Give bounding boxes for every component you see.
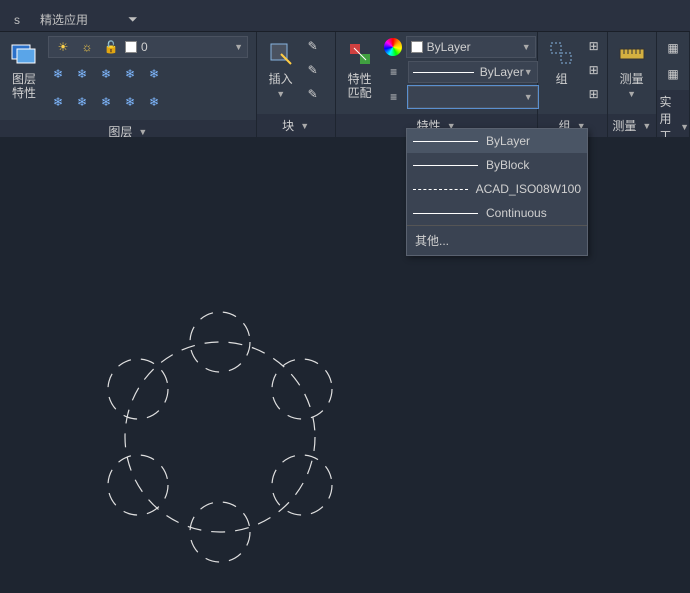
group-icon: [546, 38, 578, 70]
measure-button[interactable]: 测量 ▼: [612, 36, 652, 103]
layer-tool-2-icon[interactable]: ❄: [72, 64, 92, 84]
utility-tool-1-icon[interactable]: ▦: [663, 38, 683, 58]
measure-label: 测量: [620, 72, 644, 86]
panel-layers: 图层 特性 ☀ ☼ 🔓 0 ▼ ❄ ❄: [0, 32, 257, 137]
match-properties-button[interactable]: 特性 匹配: [340, 36, 380, 102]
chevron-down-icon: ▼: [522, 42, 531, 52]
linetype-option-label: ACAD_ISO08W100: [476, 182, 581, 196]
linetype-tool-icon[interactable]: ≡: [384, 87, 404, 107]
linetype-dropdown: ByLayer ByBlock ACAD_ISO08W100 Continuou…: [406, 128, 588, 256]
linetype-option-label: ByBlock: [486, 158, 529, 172]
linetype-other[interactable]: 其他...: [407, 225, 587, 255]
lock-icon: 🔓: [101, 37, 121, 57]
lineweight-selector[interactable]: ByLayer ▼: [408, 61, 538, 83]
linetype-option-byblock[interactable]: ByBlock: [407, 153, 587, 177]
panel-measure-title[interactable]: 测量▼: [608, 114, 656, 137]
group-tool-3-icon[interactable]: ⊞: [584, 84, 604, 104]
linetype-option-continuous[interactable]: Continuous: [407, 201, 587, 225]
color-wheel-icon[interactable]: [384, 38, 402, 56]
lineweight-value: ByLayer: [480, 65, 524, 79]
tab-featured[interactable]: 精选应用: [30, 11, 98, 28]
layer-tool-6-icon[interactable]: ❄: [48, 92, 68, 112]
secondary-tab-bar: s 精选应用 ⏷: [0, 8, 690, 32]
chevron-down-icon: ▼: [276, 89, 285, 99]
lineweight-tool-icon[interactable]: ≡: [384, 62, 404, 82]
chevron-down-icon: ▼: [138, 127, 147, 137]
chevron-down-icon: ▼: [524, 67, 533, 77]
chevron-down-icon: ▼: [524, 92, 533, 102]
layer-properties-label: 图层 特性: [12, 72, 36, 100]
linetype-option-label: ByLayer: [486, 134, 530, 148]
block-tool-1-icon[interactable]: ✎: [303, 36, 323, 56]
sun-icon: ☼: [77, 37, 97, 57]
color-swatch: [411, 41, 423, 53]
group-label: 组: [556, 72, 568, 86]
insert-block-button[interactable]: 插入 ▼: [261, 36, 301, 103]
utility-tool-2-icon[interactable]: ▦: [663, 64, 683, 84]
layer-tool-1-icon[interactable]: ❄: [48, 64, 68, 84]
panel-measure: 测量▼ 测量▼: [608, 32, 657, 137]
color-value: ByLayer: [427, 40, 522, 54]
chevron-down-icon: ▼: [680, 122, 689, 132]
linetype-option-bylayer[interactable]: ByLayer: [407, 129, 587, 153]
match-properties-label: 特性 匹配: [348, 72, 372, 100]
linetype-selector[interactable]: ▼: [408, 86, 538, 108]
panel-block-title[interactable]: 块▼: [257, 114, 335, 137]
group-tool-1-icon[interactable]: ⊞: [584, 36, 604, 56]
block-tool-3-icon[interactable]: ✎: [303, 84, 323, 104]
match-properties-icon: [344, 38, 376, 70]
layer-properties-button[interactable]: 图层 特性: [4, 36, 44, 102]
lightbulb-icon: ☀: [53, 37, 73, 57]
chevron-down-icon: ▼: [234, 42, 243, 52]
insert-block-label: 插入: [269, 72, 293, 86]
insert-block-icon: [265, 38, 297, 70]
panel-utility: ▦ ▦ 实用工具▼: [657, 32, 690, 137]
layer-tool-3-icon[interactable]: ❄: [96, 64, 116, 84]
layer-color-swatch: [125, 41, 137, 53]
color-selector[interactable]: ByLayer ▼: [406, 36, 536, 58]
group-button[interactable]: 组: [542, 36, 582, 88]
layer-tool-10-icon[interactable]: ❄: [144, 92, 164, 112]
layer-tool-8-icon[interactable]: ❄: [96, 92, 116, 112]
ribbon: 图层 特性 ☀ ☼ 🔓 0 ▼ ❄ ❄: [0, 32, 690, 137]
layer-properties-icon: [8, 38, 40, 70]
block-tool-2-icon[interactable]: ✎: [303, 60, 323, 80]
tab-s[interactable]: s: [4, 13, 30, 27]
layer-tool-5-icon[interactable]: ❄: [144, 64, 164, 84]
panel-group: 组 ⊞ ⊞ ⊞ 组▼: [538, 32, 608, 137]
chevron-down-icon: ▼: [627, 89, 636, 99]
layer-tool-7-icon[interactable]: ❄: [72, 92, 92, 112]
tab-ext[interactable]: ⏷: [118, 12, 148, 27]
layer-selector[interactable]: ☀ ☼ 🔓 0 ▼: [48, 36, 248, 58]
panel-properties: 特性 匹配 ByLayer ▼ ≡ ByLaye: [336, 32, 538, 137]
panel-block: 插入 ▼ ✎ ✎ ✎ 块▼: [257, 32, 336, 137]
linetype-other-label: 其他...: [415, 234, 449, 248]
linetype-option-acadiso[interactable]: ACAD_ISO08W100: [407, 177, 587, 201]
ruler-icon: [616, 38, 648, 70]
layer-tool-4-icon[interactable]: ❄: [120, 64, 140, 84]
linetype-option-label: Continuous: [486, 206, 547, 220]
group-tool-2-icon[interactable]: ⊞: [584, 60, 604, 80]
chevron-down-icon: ▼: [642, 121, 651, 131]
chevron-down-icon: ▼: [300, 121, 309, 131]
layer-tool-9-icon[interactable]: ❄: [120, 92, 140, 112]
layer-name: 0: [141, 40, 148, 54]
